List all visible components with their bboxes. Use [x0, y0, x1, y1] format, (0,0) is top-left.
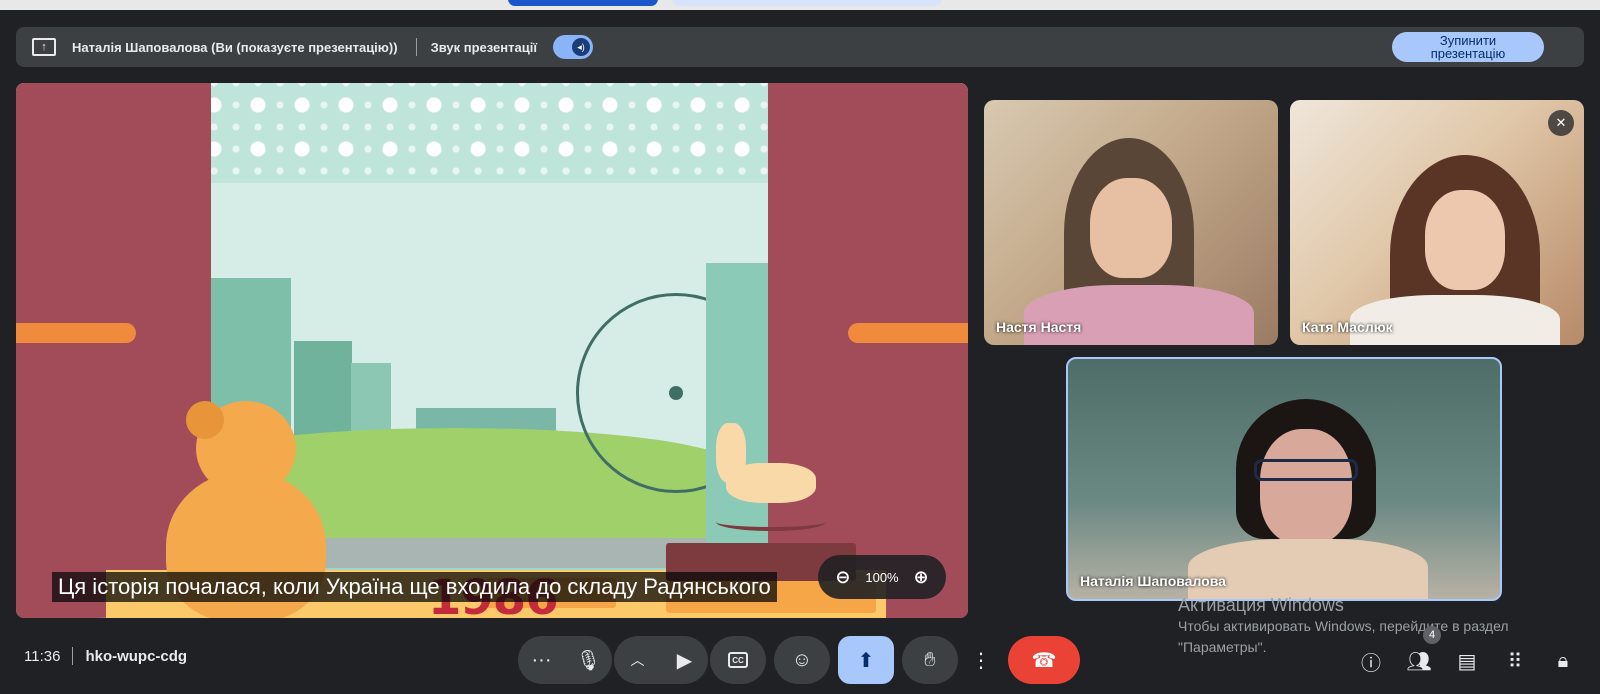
meeting-info: 11:36 hko-wupc-cdg: [24, 647, 187, 665]
presentation-bar: ↑ Наталія Шаповалова (Ви (показуєте през…: [16, 27, 1584, 67]
participant-name: Катя Маслюк: [1302, 319, 1393, 335]
meeting-details-icon[interactable]: ⓘ: [1358, 648, 1384, 675]
presentation-stage: 1986 Ця історія почалася, коли Україна щ…: [16, 83, 968, 618]
participant-tile[interactable]: ✕ Катя Маслюк: [1290, 100, 1584, 345]
participant-shirt: [1024, 285, 1254, 345]
participant-tile-self[interactable]: Наталія Шаповалова: [1066, 357, 1502, 601]
mic-off-icon: ✕: [1548, 110, 1574, 136]
leave-call-button[interactable]: ☎: [1008, 636, 1080, 684]
speaker-icon: ◂): [571, 38, 590, 56]
caption-text: Ця історія почалася, коли Україна ще вхо…: [52, 572, 777, 602]
zoom-level: 100%: [865, 569, 899, 585]
activities-icon[interactable]: ⠿: [1502, 648, 1528, 674]
hand-icon: ✋︎: [924, 648, 936, 671]
browser-tab-active[interactable]: [508, 0, 658, 6]
curtain-tie-left: [16, 323, 136, 343]
present-screen-icon: ↑: [32, 38, 56, 56]
zoom-in-icon[interactable]: ⊕: [913, 567, 928, 588]
zoom-controls: ⊖ 100% ⊕: [818, 555, 946, 599]
present-screen-icon: ⬆: [857, 649, 875, 672]
participant-face: [1425, 190, 1505, 290]
rocking-horse: [716, 423, 826, 533]
meeting-code[interactable]: hko-wupc-cdg: [85, 648, 187, 665]
curtain-right: [768, 83, 968, 618]
chat-icon[interactable]: ▤: [1454, 648, 1480, 674]
participant-face: [1090, 178, 1172, 278]
teddy-bear-ear: [186, 401, 224, 439]
captions-icon: CC: [728, 652, 748, 668]
participant-name: Настя Настя: [996, 319, 1082, 335]
end-call-icon: ☎: [1031, 649, 1057, 672]
rocking-horse-body: [726, 463, 816, 503]
stop-presenting-button[interactable]: Зупинити презентацію: [1392, 32, 1544, 62]
glasses-icon: [1254, 459, 1358, 481]
emoji-icon: ☺: [791, 648, 813, 671]
participant-name: Наталія Шаповалова: [1080, 573, 1226, 589]
participant-shirt: [1188, 539, 1428, 599]
road: [316, 538, 716, 568]
curtain-tie-right: [848, 323, 968, 343]
present-now-button[interactable]: ⬆: [838, 636, 894, 684]
host-controls-icon[interactable]: 🔒︎: [1550, 648, 1576, 674]
microphone-icon[interactable]: 🎙︎: [565, 648, 612, 673]
captions-button[interactable]: CC: [710, 636, 766, 684]
presentation-audio-toggle[interactable]: ◂): [552, 35, 593, 59]
participant-face: [1260, 429, 1352, 544]
clock-time: 11:36: [24, 647, 61, 665]
more-vert-icon: ⋮: [971, 649, 991, 672]
browser-tab-strip: [0, 0, 1600, 10]
rocking-horse-rocker: [716, 513, 826, 531]
reactions-button[interactable]: ☺: [774, 636, 830, 684]
raise-hand-button[interactable]: ✋︎: [902, 636, 958, 684]
browser-tab[interactable]: [672, 0, 942, 6]
presenter-label: Наталія Шаповалова (Ви (показуєте презен…: [72, 39, 398, 55]
participant-tile[interactable]: Настя Настя: [984, 100, 1278, 345]
zoom-out-icon[interactable]: ⊖: [835, 567, 850, 588]
chevron-up-icon[interactable]: ︿: [614, 650, 661, 670]
bar-divider: [415, 38, 417, 56]
people-icon[interactable]: 👥︎: [1406, 648, 1432, 674]
camera-control-group: ︿ ▶: [614, 636, 708, 684]
more-audio-options-icon[interactable]: ···: [518, 649, 565, 672]
meeting-info-divider: [72, 647, 74, 665]
mic-control-group: ··· 🎙︎: [518, 636, 612, 684]
people-count-badge: 4: [1423, 626, 1441, 644]
camera-icon[interactable]: ▶: [661, 648, 708, 673]
more-options-button[interactable]: ⋮: [966, 636, 996, 684]
watermark-line: Чтобы активировать Windows, перейдите в …: [1178, 618, 1509, 634]
watermark-title: Активация Windows: [1178, 595, 1344, 615]
presentation-audio-label: Звук презентації: [430, 39, 537, 55]
